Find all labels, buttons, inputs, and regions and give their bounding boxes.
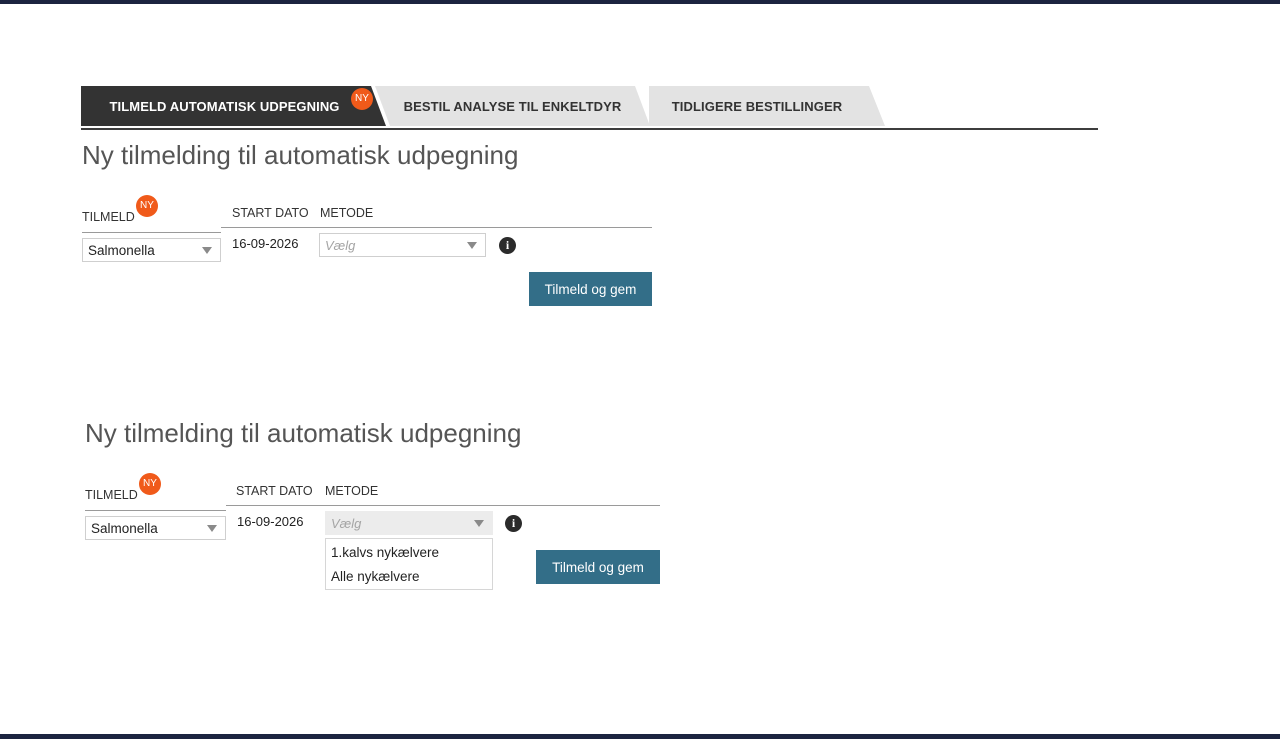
page-title: Ny tilmelding til automatisk udpegning xyxy=(85,418,522,448)
enrollment-form: Ny tilmelding til automatisk udpegning T… xyxy=(82,140,682,320)
dropdown-option[interactable]: 1.kalvs nykælvere xyxy=(331,545,439,560)
tilmeld-og-gem-button[interactable]: Tilmeld og gem xyxy=(536,550,660,584)
metode-select[interactable]: Vælg xyxy=(325,511,493,535)
tab-tilmeld-automatisk-udpegning[interactable]: TILMELD AUTOMATISK UDPEGNING xyxy=(81,86,386,126)
tab-label: TIDLIGERE BESTILLINGER xyxy=(671,98,843,114)
start-dato-value: 16-09-2026 xyxy=(232,236,299,251)
metode-dropdown-list: 1.kalvs nykælvere Alle nykælvere xyxy=(325,538,493,590)
tilmeld-og-gem-button[interactable]: Tilmeld og gem xyxy=(529,272,652,306)
ny-badge: NY xyxy=(139,473,161,495)
start-dato-value: 16-09-2026 xyxy=(237,514,304,529)
metode-select[interactable]: Vælg xyxy=(319,233,486,257)
ny-badge: NY xyxy=(351,88,373,110)
enrollment-form-dropdown-open: Ny tilmelding til automatisk udpegning T… xyxy=(85,418,685,608)
chevron-down-icon xyxy=(202,247,212,254)
info-icon[interactable]: i xyxy=(499,237,516,254)
tab-bar: BESTIL ANALYSE TIL ENKELTDYR TIDLIGERE B… xyxy=(81,86,1098,130)
tilmeld-select[interactable]: Salmonella xyxy=(85,516,226,540)
tilmeld-select-value: Salmonella xyxy=(91,520,158,536)
tab-tidligere-bestillinger[interactable]: TIDLIGERE BESTILLINGER xyxy=(649,86,885,126)
tab-label: BESTIL ANALYSE TIL ENKELTDYR xyxy=(403,98,622,114)
metode-select-placeholder: Vælg xyxy=(325,237,356,253)
column-divider xyxy=(82,232,221,233)
page-title: Ny tilmelding til automatisk udpegning xyxy=(82,140,519,170)
start-dato-column-label: START DATO xyxy=(236,484,313,498)
tab-label: TILMELD AUTOMATISK UDPEGNING xyxy=(109,98,340,114)
info-icon[interactable]: i xyxy=(505,515,522,532)
column-divider xyxy=(85,510,226,511)
column-divider xyxy=(221,227,652,228)
metode-column-label: METODE xyxy=(325,484,379,498)
chevron-down-icon xyxy=(474,520,484,527)
tab-bestil-analyse[interactable]: BESTIL ANALYSE TIL ENKELTDYR xyxy=(375,86,650,126)
chevron-down-icon xyxy=(467,242,477,249)
column-divider xyxy=(226,505,660,506)
dropdown-option[interactable]: Alle nykælvere xyxy=(331,569,420,584)
ny-badge: NY xyxy=(136,195,158,217)
bottom-bar xyxy=(0,734,1280,739)
tilmeld-column-label: TILMELD xyxy=(85,488,138,502)
metode-column-label: METODE xyxy=(320,206,374,220)
tilmeld-select[interactable]: Salmonella xyxy=(82,238,221,262)
metode-select-placeholder: Vælg xyxy=(331,515,362,531)
chevron-down-icon xyxy=(207,525,217,532)
top-bar xyxy=(0,0,1280,4)
start-dato-column-label: START DATO xyxy=(232,206,309,220)
tilmeld-column-label: TILMELD xyxy=(82,210,135,224)
tilmeld-select-value: Salmonella xyxy=(88,242,155,258)
